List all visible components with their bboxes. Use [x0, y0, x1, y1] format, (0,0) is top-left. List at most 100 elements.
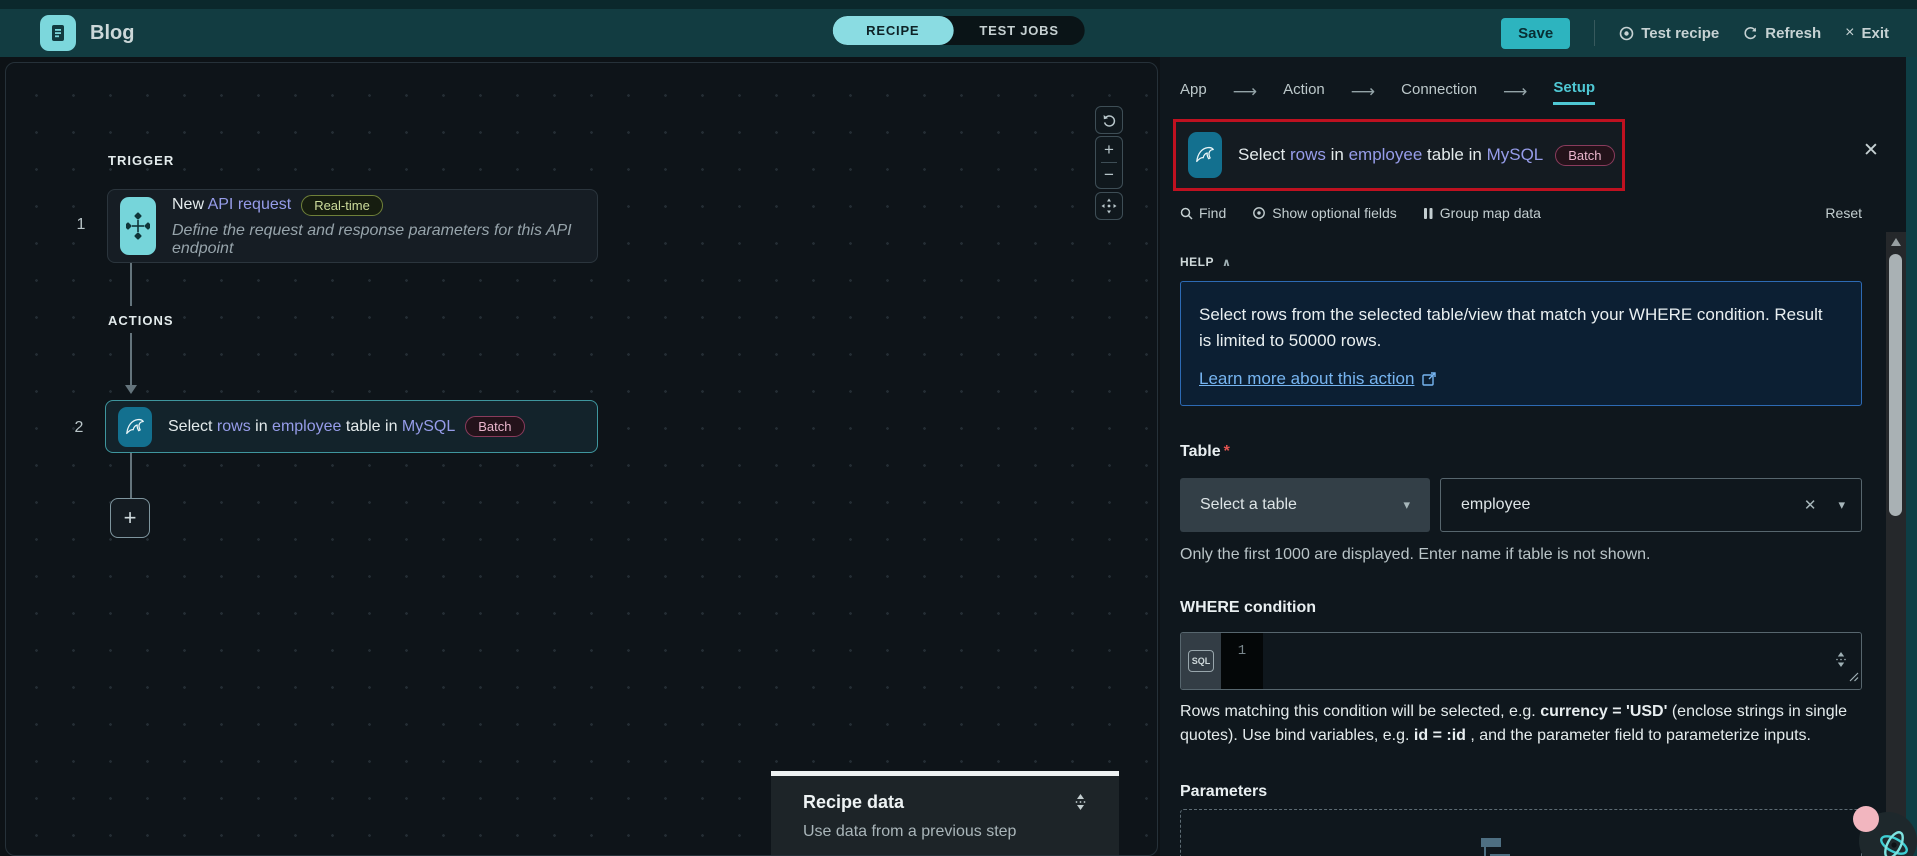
reset-view-icon [1103, 114, 1115, 127]
step-number: 1 [76, 216, 86, 233]
connector-line [130, 263, 132, 306]
setup-breadcrumb: App ⟶ Action ⟶ Connection ⟶ Setup [1180, 79, 1596, 105]
reset-view-button[interactable] [1095, 106, 1123, 134]
where-condition-label: WHERE condition [1180, 599, 1316, 616]
floating-extension-widget [1853, 806, 1917, 856]
sql-mode-gutter: SQL [1181, 633, 1221, 689]
action-step-card-selected[interactable]: Select rows in employee table in MySQL B… [105, 400, 598, 453]
atom-extension-icon[interactable] [1877, 828, 1911, 856]
api-request-icon [120, 197, 156, 255]
where-condition-hint: Rows matching this condition will be sel… [1180, 703, 1848, 744]
step-number: 2 [74, 419, 84, 436]
breadcrumb-connection[interactable]: Connection [1401, 81, 1477, 104]
trigger-step-card[interactable]: New API request Real-time Define the req… [107, 189, 598, 263]
recipe-data-subtitle: Use data from a previous step [803, 823, 1017, 840]
zoom-controls: + − [1095, 136, 1123, 189]
recipe-data-panel: Recipe data Use data from a previous ste… [771, 771, 1119, 855]
realtime-badge: Real-time [301, 194, 383, 216]
refresh-button[interactable]: Refresh [1743, 25, 1821, 42]
learn-more-link[interactable]: Learn more about this action [1199, 369, 1414, 389]
add-step-button[interactable]: + [110, 498, 150, 538]
resize-handle-icon[interactable] [1849, 669, 1859, 687]
panel-step-title: Select rows in employee table in MySQL [1238, 145, 1544, 164]
recipe-data-title: Recipe data [803, 792, 905, 812]
recipe-canvas[interactable]: TRIGGER 1 New API request Real-time Defi… [5, 62, 1158, 856]
pan-icon [1101, 198, 1117, 214]
trigger-step-subtitle: Define the request and response paramete… [172, 221, 572, 257]
sql-code-area[interactable] [1263, 633, 1861, 689]
arrow-right-icon: ⟶ [1503, 82, 1528, 101]
trigger-step-title: New API request [172, 196, 292, 213]
caret-down-icon[interactable]: ▾ [1838, 497, 1845, 513]
refresh-icon [1744, 26, 1757, 39]
pink-dot-button[interactable] [1853, 806, 1879, 832]
window-top-strip [0, 0, 1917, 9]
breadcrumb-app[interactable]: App [1180, 81, 1207, 104]
help-box: Select rows from the selected table/view… [1180, 281, 1862, 406]
scroll-up-arrow[interactable] [1891, 238, 1901, 246]
recipe-editor: Blog RECIPE TEST JOBS Save Test recipe R… [0, 0, 1917, 856]
step-setup-panel: App ⟶ Action ⟶ Connection ⟶ Setup Select… [1160, 57, 1906, 856]
external-link-icon [1422, 371, 1437, 386]
mysql-icon [1188, 132, 1222, 178]
recipe-title: Blog [90, 21, 135, 44]
zoom-in-button[interactable]: + [1096, 137, 1122, 162]
window-right-edge [1906, 57, 1917, 856]
setup-toolbar: Find Show optional fields Group map data… [1180, 205, 1862, 221]
breadcrumb-action[interactable]: Action [1283, 81, 1325, 104]
recipe-data-expand-icon[interactable] [1074, 793, 1087, 816]
find-button[interactable]: Find [1180, 205, 1226, 221]
exit-button[interactable]: × Exit [1845, 24, 1889, 42]
chevron-up-icon: ∧ [1222, 256, 1232, 269]
help-section-toggle[interactable]: HELP ∧ [1180, 255, 1231, 269]
table-field-hint: Only the first 1000 are displayed. Enter… [1180, 546, 1651, 563]
where-condition-editor[interactable]: SQL 1 [1180, 632, 1862, 690]
eye-icon [1253, 207, 1266, 219]
save-button[interactable]: Save [1501, 17, 1571, 49]
panel-scrollbar-thumb[interactable] [1889, 254, 1902, 516]
sql-badge: SQL [1188, 650, 1214, 672]
required-asterisk: * [1223, 443, 1230, 460]
exit-icon: × [1845, 24, 1855, 41]
line-number: 1 [1221, 633, 1263, 689]
table-source-dropdown[interactable]: Select a table ▾ [1180, 478, 1430, 532]
header-divider [1594, 20, 1596, 46]
actions-section-label: ACTIONS [108, 313, 174, 328]
search-icon [1180, 207, 1193, 220]
connector-arrowhead [125, 385, 137, 394]
editor-expand-icon[interactable] [1835, 651, 1847, 673]
caret-down-icon: ▾ [1403, 497, 1410, 512]
tab-recipe[interactable]: RECIPE [832, 16, 954, 45]
table-name-input[interactable]: employee ✕ ▾ [1440, 478, 1862, 532]
parameters-label: Parameters [1180, 783, 1268, 800]
arrow-right-icon: ⟶ [1350, 82, 1376, 101]
tab-test-jobs[interactable]: TEST JOBS [953, 16, 1084, 45]
action-step-title: Select rows in employee table in MySQL [168, 417, 456, 435]
clear-value-icon[interactable]: ✕ [1804, 496, 1817, 514]
test-recipe-button[interactable]: Test recipe [1619, 25, 1719, 42]
table-field-label: Table * [1180, 443, 1230, 460]
help-text: Select rows from the selected table/view… [1199, 305, 1823, 351]
batch-badge: Batch [1555, 144, 1615, 166]
parameters-dropzone[interactable] [1180, 809, 1862, 856]
reset-button[interactable]: Reset [1825, 205, 1862, 221]
recipe-data-resize-handle[interactable] [771, 771, 1119, 776]
step-title-highlight-box: Select rows in employee table in MySQL B… [1173, 119, 1625, 191]
batch-badge: Batch [465, 416, 525, 437]
show-optional-fields-button[interactable]: Show optional fields [1252, 205, 1397, 221]
close-panel-icon[interactable]: ✕ [1863, 139, 1879, 162]
group-bars-icon [1423, 207, 1433, 219]
arrow-right-icon: ⟶ [1232, 82, 1258, 101]
connector-line [130, 453, 132, 498]
app-header: Blog RECIPE TEST JOBS Save Test recipe R… [0, 0, 1917, 57]
target-icon [1619, 26, 1634, 40]
view-tabs: RECIPE TEST JOBS [832, 16, 1085, 45]
breadcrumb-setup[interactable]: Setup [1553, 79, 1596, 105]
connector-line [130, 333, 132, 385]
recipe-logo-icon [40, 15, 76, 51]
table-name-value: employee [1461, 496, 1531, 513]
group-map-data-button[interactable]: Group map data [1423, 205, 1541, 221]
zoom-out-button[interactable]: − [1096, 163, 1122, 188]
pan-view-button[interactable] [1095, 192, 1123, 220]
trigger-section-label: TRIGGER [108, 153, 175, 168]
